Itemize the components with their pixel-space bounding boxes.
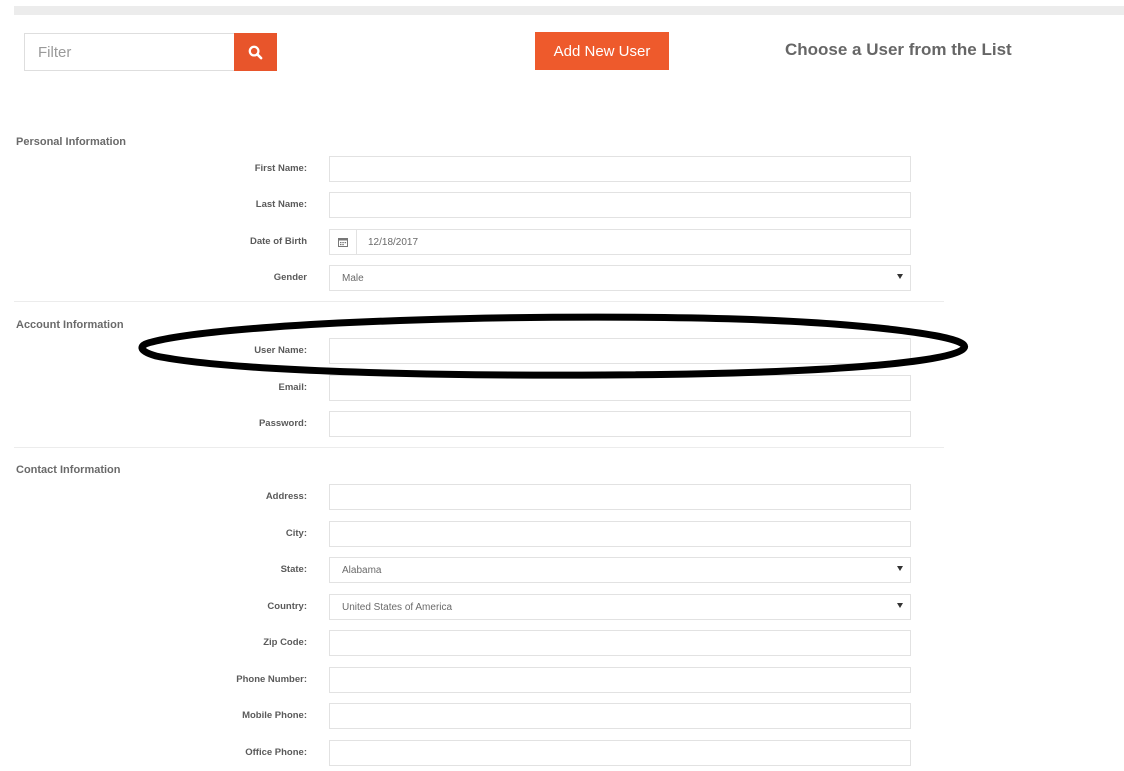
- zip-code-label: Zip Code:: [263, 637, 307, 648]
- section-personal-information: Personal Information: [16, 136, 127, 148]
- first-name-input[interactable]: [329, 156, 911, 182]
- date-of-birth-value: 12/18/2017: [368, 237, 419, 248]
- filter-input[interactable]: [24, 33, 235, 71]
- office-phone-input[interactable]: [329, 740, 911, 766]
- add-new-user-button[interactable]: Add New User: [535, 32, 669, 70]
- calendar-addon[interactable]: [330, 230, 357, 254]
- email-label: Email:: [278, 382, 307, 393]
- state-value: Alabama: [342, 565, 382, 576]
- state-label: State:: [280, 564, 307, 575]
- section-account-information: Account Information: [16, 319, 124, 331]
- city-input[interactable]: [329, 521, 911, 547]
- last-name-label: Last Name:: [255, 199, 307, 210]
- first-name-label: First Name:: [254, 163, 307, 174]
- password-label: Password:: [258, 418, 307, 429]
- gender-select[interactable]: Male: [329, 265, 911, 291]
- search-button[interactable]: [234, 33, 277, 71]
- address-label: Address:: [265, 491, 307, 502]
- gender-value: Male: [342, 273, 364, 284]
- phone-number-label: Phone Number:: [236, 674, 307, 685]
- search-icon: [248, 45, 263, 59]
- country-label: Country:: [267, 601, 307, 612]
- annotation-oval: [138, 313, 968, 379]
- mobile-phone-input[interactable]: [329, 703, 911, 729]
- password-input[interactable]: [329, 411, 911, 437]
- last-name-input[interactable]: [329, 192, 911, 218]
- dropdown-caret-icon: [897, 274, 903, 279]
- city-label: City:: [285, 528, 307, 539]
- gender-label: Gender: [273, 272, 307, 283]
- office-phone-label: Office Phone:: [245, 747, 307, 758]
- choose-user-title: Choose a User from the List: [785, 40, 1012, 59]
- section-divider: [14, 447, 944, 448]
- dropdown-caret-icon: [897, 603, 903, 608]
- country-select[interactable]: United States of America: [329, 594, 911, 620]
- state-select[interactable]: Alabama: [329, 557, 911, 583]
- address-input[interactable]: [329, 484, 911, 510]
- date-of-birth-input[interactable]: 12/18/2017: [329, 229, 911, 255]
- calendar-icon: [338, 238, 348, 247]
- dropdown-caret-icon: [897, 566, 903, 571]
- section-contact-information: Contact Information: [16, 464, 121, 476]
- phone-number-input[interactable]: [329, 667, 911, 693]
- mobile-phone-label: Mobile Phone:: [242, 710, 307, 721]
- zip-code-input[interactable]: [329, 630, 911, 656]
- country-value: United States of America: [342, 602, 453, 613]
- section-divider: [14, 301, 944, 302]
- date-of-birth-label: Date of Birth: [250, 236, 307, 247]
- top-bar: [14, 6, 1124, 15]
